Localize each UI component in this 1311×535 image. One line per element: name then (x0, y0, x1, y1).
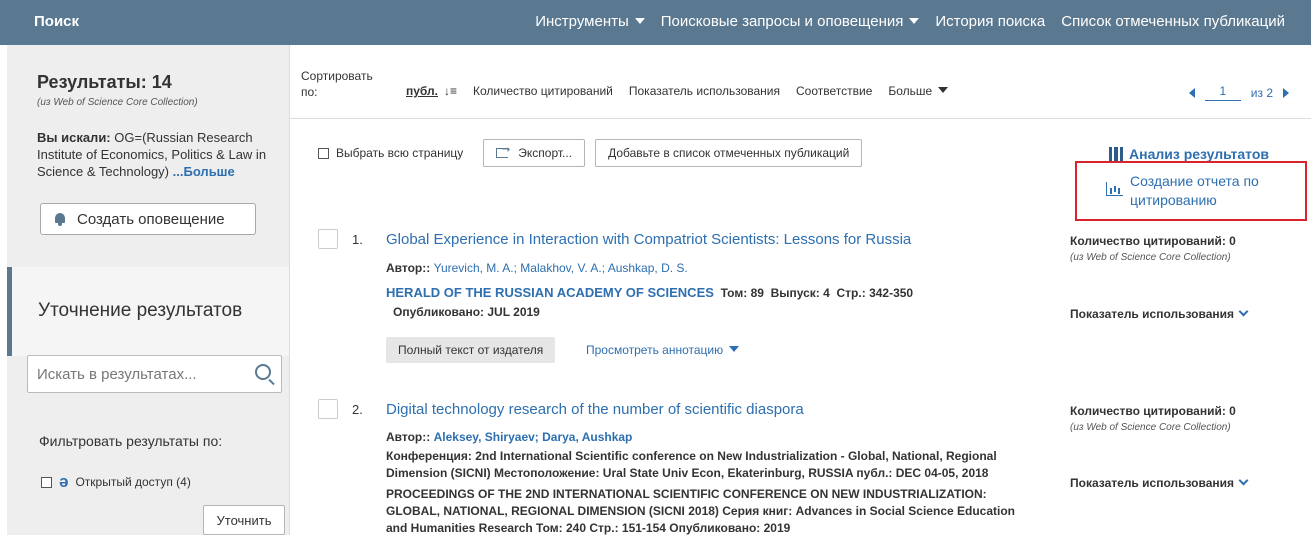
author-link[interactable]: Aleksey, Shiryaev; Darya, Aushkap (434, 430, 633, 444)
chevron-down-icon (909, 18, 920, 24)
filter-results-title: Фильтровать результаты по: (39, 433, 223, 449)
sort-bar: Сортировать по: публ. ↓≡ Количество цитир… (290, 45, 1311, 119)
proceedings-line-3: and Humanities Research Том: 240 Стр.: 1… (386, 521, 791, 535)
open-access-icon: ə (59, 472, 69, 491)
search-history-link[interactable]: История поиска (935, 13, 1045, 30)
create-alert-button[interactable]: Создать оповещение (40, 203, 256, 235)
next-page-icon[interactable] (1283, 87, 1289, 98)
sort-options: публ. ↓≡ Количество цитирований Показател… (406, 84, 949, 98)
conference-line-2: Dimension (SICNI) Местоположение: Ural S… (386, 466, 989, 480)
chevron-down-icon (938, 87, 949, 93)
chevron-down-icon (1238, 306, 1249, 317)
citation-count: Количество цитирований: 0 (1070, 404, 1236, 418)
record-authors: Автор:: Yurevich, M. A.; Malakhov, V. A.… (386, 261, 688, 275)
chart-icon (1106, 182, 1123, 196)
search-query-summary: Вы искали: OG=(Russian Research Institut… (37, 129, 277, 180)
query-label: Вы искали: (37, 130, 111, 145)
results-actions: Выбрать всю страницу Экспорт... Добавьте… (318, 139, 872, 167)
record-title-link[interactable]: Digital technology research of the numbe… (386, 401, 804, 418)
journal-link[interactable]: HERALD OF THE RUSSIAN ACADEMY OF SCIENCE… (386, 285, 714, 300)
chevron-down-icon (1238, 475, 1249, 486)
usage-count-toggle[interactable]: Показатель использования (1070, 306, 1249, 321)
conference-line-1: Конференция: 2nd International Scientifi… (386, 449, 997, 463)
tools-menu[interactable]: Инструменты (535, 13, 645, 30)
view-abstract-link[interactable]: Просмотреть аннотацию (586, 343, 740, 357)
export-button[interactable]: Экспорт... (483, 139, 586, 167)
search-icon[interactable] (255, 364, 271, 380)
search-within-placeholder: Искать в результатах... (37, 366, 197, 383)
refine-heading-label: Уточнение результатов (38, 300, 243, 321)
proceedings-line-1: PROCEEDINGS OF THE 2ND INTERNATIONAL SCI… (386, 487, 987, 501)
record-authors: Автор:: Aleksey, Shiryaev; Darya, Aushka… (386, 430, 633, 444)
sort-option-relevance[interactable]: Соответствие (796, 84, 872, 98)
citation-count: Количество цитирований: 0 (1070, 234, 1236, 248)
result-record: 1. Global Experience in Interaction with… (318, 229, 1018, 369)
refine-results-heading: Уточнение результатов (7, 267, 289, 356)
proceedings-line-2: GLOBAL, NATIONAL, REGIONAL DIMENSION (SI… (386, 504, 1015, 518)
saved-searches-menu[interactable]: Поисковые запросы и оповещения (661, 13, 920, 30)
record-published: Опубликовано: JUL 2019 (393, 305, 540, 319)
chevron-down-icon (729, 346, 740, 352)
refine-button[interactable]: Уточнить (203, 505, 285, 535)
top-navigation-bar: Поиск Инструменты Поисковые запросы и оп… (0, 0, 1311, 45)
search-within-results-input[interactable]: Искать в результатах... (27, 355, 282, 393)
results-source: (из Web of Science Core Collection) (37, 97, 198, 108)
sort-descending-icon: ↓≡ (444, 84, 458, 98)
citation-report-label: Создание отчета по цитированию (1130, 173, 1259, 208)
open-access-label: Открытый доступ (4) (75, 475, 191, 489)
author-link[interactable]: Yurevich, M. A.; Malakhov, V. A.; Aushka… (434, 261, 688, 275)
sort-option-more[interactable]: Больше (888, 84, 949, 98)
sidebar: Результаты: 14 (из Web of Science Core C… (7, 45, 289, 535)
query-more-link[interactable]: ...Больше (173, 164, 235, 179)
sort-label: Сортировать по: (301, 69, 373, 99)
record-number: 1. (352, 232, 363, 247)
add-to-marked-list-button[interactable]: Добавьте в список отмеченных публикаций (595, 139, 863, 167)
record-citations: Количество цитирований: 0 (из Web of Sci… (1070, 234, 1240, 265)
open-access-checkbox[interactable] (41, 476, 52, 488)
sort-option-citations[interactable]: Количество цитирований (473, 84, 613, 98)
open-access-filter[interactable]: ə Открытый доступ (4) (41, 472, 191, 491)
select-all-checkbox[interactable] (318, 147, 329, 159)
pagination: 1 из 2 (1188, 84, 1289, 101)
record-checkbox[interactable] (318, 399, 338, 419)
full-text-button[interactable]: Полный текст от издателя (386, 337, 556, 363)
export-label: Экспорт... (518, 146, 573, 160)
select-all-page[interactable]: Выбрать всю страницу (318, 146, 463, 160)
result-record: 2. Digital technology research of the nu… (318, 399, 1058, 535)
create-alert-label: Создать оповещение (77, 210, 225, 228)
citation-report-link[interactable]: Создание отчета по цитированию (1106, 172, 1295, 210)
results-count: Результаты: 14 (37, 72, 172, 92)
citation-source: (из Web of Science Core Collection) (1070, 422, 1231, 433)
previous-page-icon[interactable] (1188, 87, 1195, 98)
page-number-input[interactable]: 1 (1204, 84, 1241, 101)
bar-chart-icon (1109, 147, 1123, 161)
select-all-label: Выбрать всю страницу (336, 146, 464, 160)
bell-icon (53, 212, 67, 227)
marked-list-link[interactable]: Список отмеченных публикаций (1061, 13, 1285, 30)
record-title-link[interactable]: Global Experience in Interaction with Co… (386, 231, 911, 248)
export-icon (496, 143, 511, 158)
search-nav-link[interactable]: Поиск (34, 13, 79, 30)
usage-count-toggle[interactable]: Показатель использования (1070, 475, 1249, 490)
record-checkbox[interactable] (318, 229, 338, 249)
record-source: HERALD OF THE RUSSIAN ACADEMY OF SCIENCE… (386, 285, 914, 300)
sort-option-date[interactable]: публ. ↓≡ (406, 84, 457, 98)
page-total: из 2 (1250, 85, 1273, 100)
record-number: 2. (352, 402, 363, 417)
citation-source: (из Web of Science Core Collection) (1070, 252, 1231, 263)
analyze-results-link[interactable]: Анализ результатов (1109, 146, 1269, 162)
analyze-results-label: Анализ результатов (1129, 146, 1269, 162)
chevron-down-icon (634, 18, 645, 24)
top-nav-menu: Инструменты Поисковые запросы и оповещен… (535, 13, 1285, 30)
sort-option-usage[interactable]: Показатель использования (629, 84, 780, 98)
record-citations: Количество цитирований: 0 (из Web of Sci… (1070, 404, 1240, 435)
